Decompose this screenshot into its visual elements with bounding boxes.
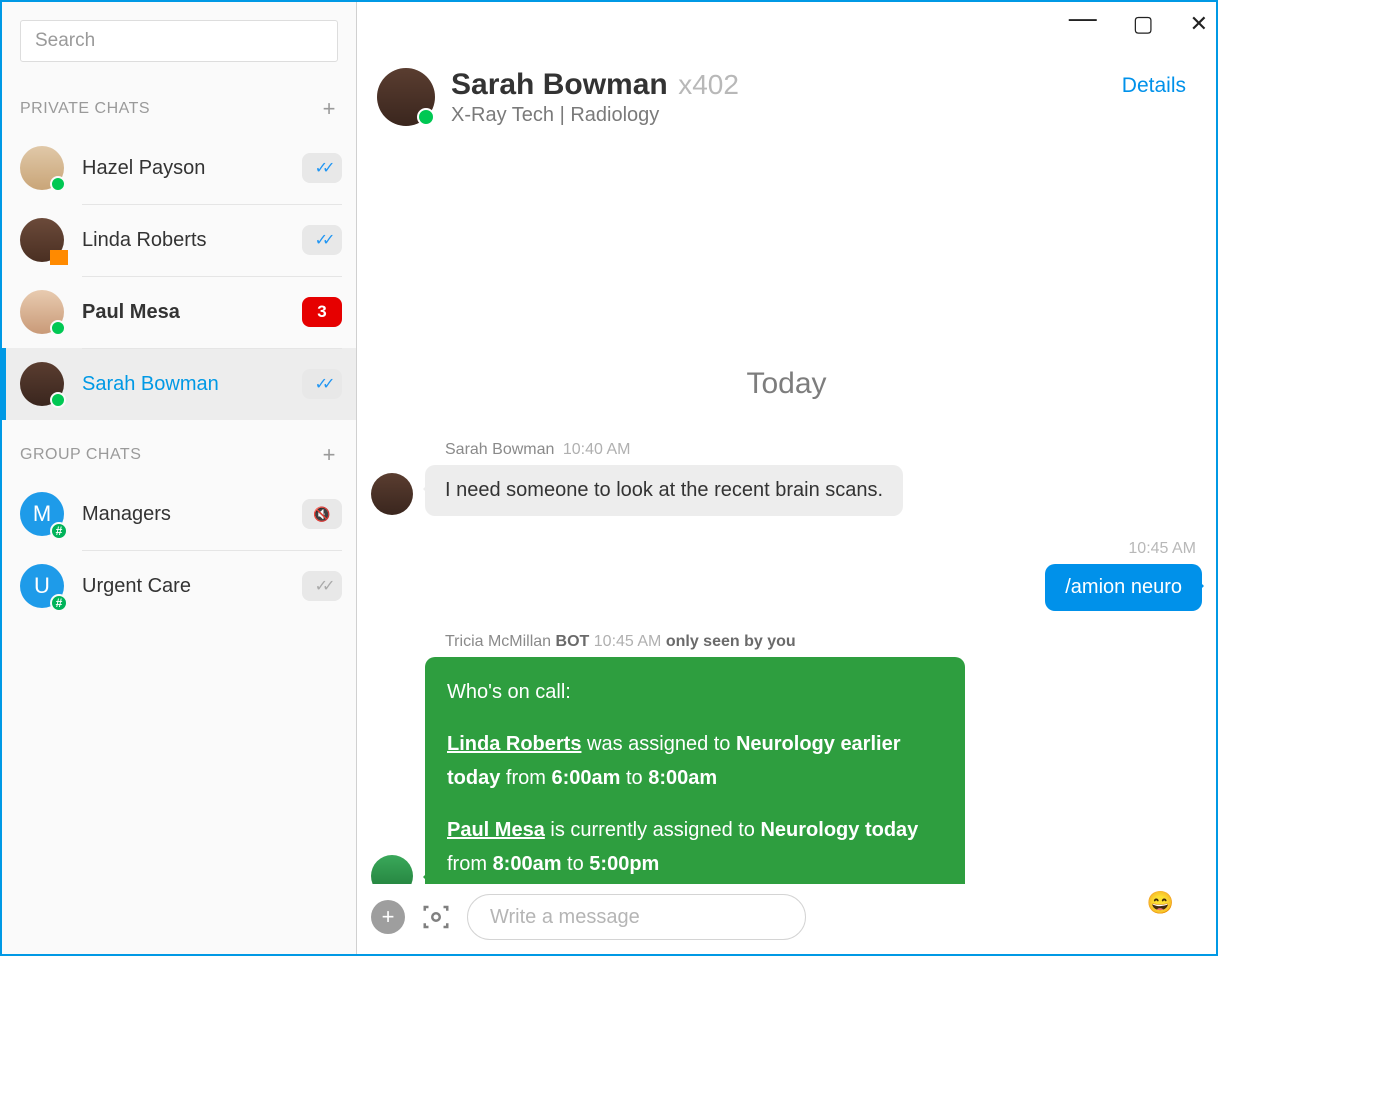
avatar-initial: M	[33, 501, 51, 527]
avatar: M #	[20, 492, 64, 536]
presence-online-icon	[50, 392, 66, 408]
chat-name: Linda Roberts	[82, 229, 302, 252]
double-check-icon: ✓✓	[315, 576, 330, 596]
add-group-chat-icon[interactable]: +	[323, 442, 336, 468]
unread-count-badge: 3	[302, 297, 342, 327]
message-bubble: I need someone to look at the recent bra…	[425, 465, 903, 516]
presence-online-icon	[417, 108, 435, 126]
visibility-note: only seen by you	[666, 633, 796, 650]
chat-name: Sarah Bowman	[82, 373, 302, 396]
person-link-paul[interactable]: Paul Mesa	[447, 819, 545, 841]
header-extension: x402	[678, 69, 739, 100]
read-badge: ✓✓	[302, 153, 342, 183]
message-list[interactable]: Today Sarah Bowman 10:40 AM I need someo…	[357, 137, 1216, 884]
avatar-initial: U	[34, 573, 50, 599]
avatar: U #	[20, 564, 64, 608]
header-name: Sarah Bowman	[451, 68, 668, 101]
mute-icon: 🔇	[313, 506, 330, 523]
message-bot: ✦ Tricia McMillan BOT 10:45 AM only seen…	[371, 633, 1202, 884]
sidebar: PRIVATE CHATS + Hazel Payson ✓✓ Linda Ro…	[2, 2, 357, 954]
group-chats-header: GROUP CHATS +	[2, 420, 356, 478]
private-chats-header: PRIVATE CHATS +	[2, 74, 356, 132]
chat-item-linda[interactable]: Linda Roberts ✓✓	[2, 204, 356, 276]
message-avatar	[371, 473, 413, 515]
details-link[interactable]: Details	[1122, 74, 1186, 98]
read-badge: ✓✓	[302, 225, 342, 255]
read-badge: ✓✓	[302, 369, 342, 399]
message-time: 10:40 AM	[563, 441, 631, 458]
search-input[interactable]	[20, 20, 338, 62]
scan-icon[interactable]	[419, 900, 453, 934]
double-check-icon: ✓✓	[315, 158, 330, 178]
minimize-icon[interactable]: —	[1069, 2, 1097, 34]
presence-online-icon	[50, 176, 66, 192]
presence-away-icon	[50, 250, 68, 265]
bot-lead: Who's on call:	[447, 675, 943, 709]
presence-online-icon	[50, 320, 66, 336]
main-panel: — ▢ ✕ Sarah Bowman x402 X-Ray Tech | Rad…	[357, 2, 1216, 954]
chat-item-urgent-care[interactable]: U # Urgent Care ✓✓	[2, 550, 356, 622]
chat-name: Paul Mesa	[82, 301, 302, 324]
emoji-icon[interactable]: 😄	[1147, 890, 1174, 916]
bot-avatar: ✦	[371, 855, 413, 884]
close-icon[interactable]: ✕	[1190, 11, 1208, 37]
avatar	[20, 290, 64, 334]
group-chats-label: GROUP CHATS	[20, 446, 141, 464]
composer: + 😄	[357, 884, 1216, 954]
chat-item-sarah[interactable]: Sarah Bowman ✓✓	[2, 348, 356, 420]
channel-hash-icon: #	[50, 594, 68, 612]
window-controls: — ▢ ✕	[1069, 8, 1208, 40]
chat-item-hazel[interactable]: Hazel Payson ✓✓	[2, 132, 356, 204]
double-check-icon: ✓✓	[315, 374, 330, 394]
chat-item-managers[interactable]: M # Managers 🔇	[2, 478, 356, 550]
read-badge: ✓✓	[302, 571, 342, 601]
muted-badge: 🔇	[302, 499, 342, 529]
add-private-chat-icon[interactable]: +	[323, 96, 336, 122]
private-chats-label: PRIVATE CHATS	[20, 100, 150, 118]
header-avatar	[377, 68, 435, 126]
header-subtitle: X-Ray Tech | Radiology	[451, 104, 1122, 127]
message-bubble: Who's on call: Linda Roberts was assigne…	[425, 657, 965, 884]
message-bubble: /amion neuro	[1045, 564, 1202, 611]
person-link-linda[interactable]: Linda Roberts	[447, 733, 581, 755]
chat-name: Managers	[82, 503, 302, 526]
bot-line-1: Linda Roberts was assigned to Neurology …	[447, 727, 943, 795]
chat-item-paul[interactable]: Paul Mesa 3	[2, 276, 356, 348]
message-time: 10:45 AM	[1045, 540, 1202, 558]
message-outgoing: 10:45 AM /amion neuro	[1045, 540, 1202, 611]
avatar	[20, 146, 64, 190]
attach-button[interactable]: +	[371, 900, 405, 934]
avatar	[20, 362, 64, 406]
double-check-icon: ✓✓	[315, 230, 330, 250]
bot-tag: BOT	[556, 633, 590, 650]
message-input[interactable]	[467, 894, 806, 940]
message-time: 10:45 AM	[594, 633, 662, 650]
bot-line-2: Paul Mesa is currently assigned to Neuro…	[447, 813, 943, 881]
message-incoming: Sarah Bowman 10:40 AM I need someone to …	[371, 441, 1202, 516]
maximize-icon[interactable]: ▢	[1133, 11, 1154, 37]
day-divider: Today	[371, 367, 1202, 401]
channel-hash-icon: #	[50, 522, 68, 540]
chat-name: Urgent Care	[82, 575, 302, 598]
message-sender: Sarah Bowman	[445, 441, 554, 458]
app-window: PRIVATE CHATS + Hazel Payson ✓✓ Linda Ro…	[0, 0, 1218, 956]
avatar	[20, 218, 64, 262]
message-sender: Tricia McMillan	[445, 633, 551, 650]
chat-name: Hazel Payson	[82, 157, 302, 180]
